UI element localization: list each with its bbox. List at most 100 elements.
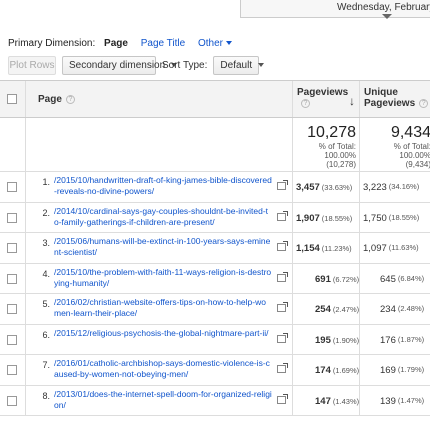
- row-checkbox[interactable]: [7, 395, 17, 406]
- unique-pageviews-pct: (34.16%): [388, 182, 420, 191]
- page-link[interactable]: /2016/02/christian-website-offers-tips-o…: [54, 296, 272, 324]
- row-unique-pageviews: 645 (6.84%): [360, 264, 430, 294]
- select-all-checkbox[interactable]: [7, 94, 17, 104]
- summary-unique-total: (9,434): [405, 160, 430, 169]
- chevron-down-icon[interactable]: [382, 14, 392, 19]
- summary-pageviews-value: 10,278: [307, 124, 356, 141]
- dimension-page-title[interactable]: Page Title: [141, 38, 185, 49]
- unique-pageviews-value: 1,750: [363, 212, 387, 224]
- row-unique-pageviews: 3,223 (34.16%): [360, 172, 430, 202]
- pageviews-pct: (1.90%): [332, 335, 360, 345]
- unique-pageviews-value: 1,097: [363, 243, 387, 254]
- pageviews-value: 1,907: [296, 212, 320, 224]
- row-checkbox[interactable]: [7, 304, 17, 314]
- plot-rows-button[interactable]: Plot Rows: [8, 55, 56, 75]
- page-link[interactable]: /2015/10/the-problem-with-faith-11-ways-…: [54, 266, 272, 294]
- header-pageviews[interactable]: Pageviews? ↓: [293, 81, 360, 117]
- primary-dimension-label: Primary Dimension:: [8, 38, 96, 49]
- row-checkbox[interactable]: [7, 365, 17, 375]
- pageviews-pct: (1.43%): [332, 396, 360, 406]
- row-checkbox[interactable]: [7, 182, 17, 192]
- external-link-icon[interactable]: [277, 393, 288, 404]
- row-index: 2.: [42, 207, 50, 218]
- external-link-icon[interactable]: [277, 271, 288, 282]
- secondary-dimension-label: Secondary dimension: [69, 59, 166, 71]
- row-checkbox-cell: [0, 294, 26, 324]
- row-page-cell: 7. /2016/01/catholic-archbishop-says-dom…: [26, 355, 293, 385]
- header-unique-pageviews[interactable]: Unique Pageviews?: [360, 81, 430, 117]
- dimension-page[interactable]: Page: [104, 38, 128, 49]
- row-pageviews: 691 (6.72%): [293, 263, 360, 293]
- row-checkbox-cell: [0, 202, 26, 232]
- chevron-down-icon: [226, 41, 232, 46]
- row-pageviews: 147 (1.43%): [293, 385, 360, 415]
- table-toolbar: Plot Rows Secondary dimension Sort Type:…: [8, 55, 265, 75]
- header-page[interactable]: Page?: [26, 81, 293, 117]
- table-row: 2. /2014/10/cardinal-says-gay-couples-sh…: [0, 202, 430, 233]
- row-page-cell: 3. /2015/06/humans-will-be-extinct-in-10…: [26, 233, 293, 263]
- page-link[interactable]: /2015/06/humans-will-be-extinct-in-100-y…: [54, 235, 272, 263]
- unique-pageviews-value: 234: [380, 304, 396, 315]
- external-link-icon[interactable]: [277, 180, 288, 190]
- row-index: 4.: [42, 268, 50, 279]
- external-link-icon[interactable]: [277, 302, 288, 312]
- row-checkbox[interactable]: [7, 273, 17, 284]
- secondary-dimension-dropdown[interactable]: Secondary dimension: [62, 55, 178, 75]
- unique-pageviews-value: 3,223: [363, 182, 387, 193]
- pageviews-pct: (33.63%): [321, 183, 353, 192]
- page-link[interactable]: /2015/10/handwritten-draft-of-king-james…: [54, 174, 272, 202]
- external-link-icon[interactable]: [277, 241, 288, 251]
- table-row: 3. /2015/06/humans-will-be-extinct-in-10…: [0, 233, 430, 264]
- sort-type-dropdown[interactable]: Default: [213, 55, 265, 75]
- page-link[interactable]: /2014/10/cardinal-says-gay-couples-shoul…: [54, 205, 272, 233]
- external-link-icon[interactable]: [277, 332, 288, 343]
- table-row: 8. /2013/01/does-the-internet-spell-doom…: [0, 385, 430, 416]
- summary-pageviews: 10,278 % of Total: 100.00% (10,278): [293, 118, 360, 171]
- page-link[interactable]: /2016/01/catholic-archbishop-says-domest…: [54, 357, 272, 385]
- summary-pageviews-total: (10,278): [326, 160, 356, 169]
- row-index: 5.: [42, 299, 50, 309]
- unique-pageviews-pct: (6.84%): [397, 273, 425, 283]
- summary-page-cell: [26, 118, 293, 171]
- row-checkbox[interactable]: [7, 334, 17, 345]
- page-link[interactable]: /2015/12/religious-psychosis-the-global-…: [54, 327, 272, 355]
- row-page-cell: 4. /2015/10/the-problem-with-faith-11-wa…: [26, 263, 293, 294]
- data-table: Page? Pageviews? ↓ Unique Pageviews? 10,2…: [0, 80, 430, 416]
- help-icon[interactable]: ?: [65, 94, 75, 104]
- sort-type-value: Default: [220, 59, 253, 71]
- unique-pageviews-value: 645: [380, 273, 396, 285]
- pageviews-value: 174: [315, 365, 331, 376]
- row-pageviews: 254 (2.47%): [293, 294, 360, 324]
- unique-pageviews-value: 176: [380, 334, 396, 346]
- summary-row: 10,278 % of Total: 100.00% (10,278) 9,43…: [0, 118, 430, 172]
- unique-pageviews-pct: (1.87%): [397, 334, 425, 344]
- unique-pageviews-pct: (11.63%): [388, 243, 419, 252]
- summary-unique-pageviews-value: 9,434: [390, 124, 430, 141]
- row-checkbox[interactable]: [7, 212, 17, 223]
- dimension-other-label: Other: [197, 38, 223, 49]
- row-page-cell: 2. /2014/10/cardinal-says-gay-couples-sh…: [26, 202, 293, 233]
- help-icon[interactable]: ?: [301, 98, 310, 108]
- page-link[interactable]: /2013/01/does-the-internet-spell-doom-fo…: [54, 388, 272, 416]
- external-link-icon[interactable]: [277, 210, 288, 221]
- pageviews-pct: (2.47%): [332, 305, 360, 314]
- row-checkbox[interactable]: [7, 243, 17, 253]
- date-range-selector[interactable]: Wednesday, February 24, 2: [240, 0, 430, 18]
- external-link-icon[interactable]: [277, 363, 288, 373]
- unique-pageviews-pct: (1.79%): [397, 365, 425, 374]
- help-icon[interactable]: ?: [419, 98, 429, 108]
- header-pageviews-label: Pageviews: [297, 87, 349, 98]
- row-page-cell: 1. /2015/10/handwritten-draft-of-king-ja…: [26, 172, 293, 202]
- row-pageviews: 195 (1.90%): [293, 324, 360, 354]
- pageviews-value: 195: [315, 334, 331, 346]
- summary-unique-pct: 100.00%: [399, 151, 430, 160]
- chevron-down-icon: [258, 63, 265, 67]
- row-checkbox-cell: [0, 385, 26, 415]
- row-pageviews: 1,154 (11.23%): [293, 233, 360, 263]
- pageviews-pct: (11.23%): [321, 244, 352, 253]
- sort-descending-icon: ↓: [349, 94, 355, 108]
- unique-pageviews-pct: (1.47%): [397, 395, 425, 405]
- row-unique-pageviews: 1,750 (18.55%): [360, 203, 430, 233]
- row-unique-pageviews: 234 (2.48%): [360, 294, 430, 324]
- dimension-other[interactable]: Other: [198, 38, 232, 49]
